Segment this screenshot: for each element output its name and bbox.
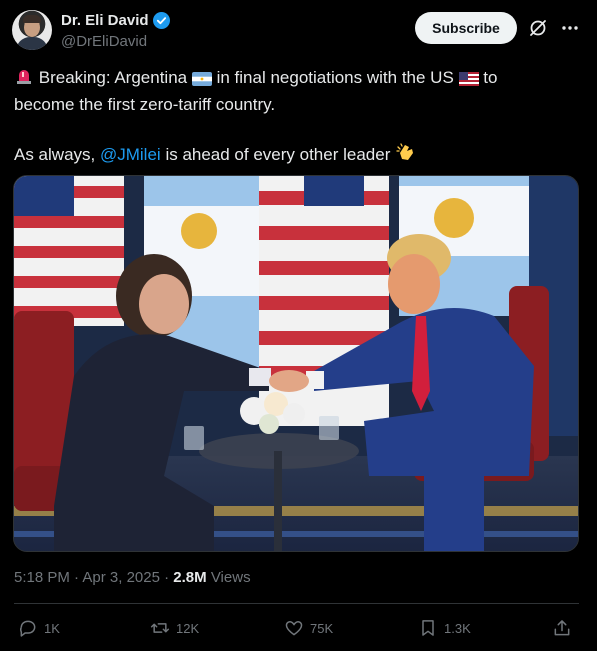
tweet-line-3: As always, @JMilei is ahead of every oth… bbox=[14, 141, 584, 170]
share-button[interactable] bbox=[552, 612, 572, 644]
tweet-date[interactable]: Apr 3, 2025 bbox=[82, 569, 160, 586]
repost-button[interactable]: 12K bbox=[150, 612, 199, 644]
rotating-light-emoji-icon bbox=[14, 66, 34, 93]
tweet-photo[interactable] bbox=[13, 175, 579, 552]
tweet-line-1: Breaking: Argentina in final negotiation… bbox=[14, 66, 584, 93]
tweet-text-to: to bbox=[483, 68, 498, 87]
bookmark-count: 1.3K bbox=[444, 620, 471, 636]
more-icon[interactable] bbox=[560, 18, 580, 38]
tweet-line-2: become the first zero-tariff country. bbox=[14, 95, 276, 114]
like-button[interactable]: 75K bbox=[284, 612, 333, 644]
reply-button[interactable]: 1K bbox=[18, 612, 60, 644]
tweet-time[interactable]: 5:18 PM bbox=[14, 569, 70, 586]
bookmark-button[interactable]: 1.3K bbox=[418, 612, 471, 644]
like-count: 75K bbox=[310, 620, 334, 636]
share-icon bbox=[554, 620, 570, 636]
tweet-actions: 1K 12K 75K 1.3K bbox=[14, 612, 579, 644]
verified-badge-icon[interactable] bbox=[152, 12, 170, 29]
mention-link[interactable]: @JMilei bbox=[100, 145, 161, 164]
repost-count: 12K bbox=[176, 620, 200, 636]
tweet-text: Breaking: Argentina in final negotiation… bbox=[14, 66, 584, 170]
repost-icon bbox=[150, 623, 170, 633]
heart-icon bbox=[285, 621, 303, 636]
author-handle[interactable]: @DrEliDavid bbox=[61, 33, 147, 50]
author-name[interactable]: Dr. Eli David bbox=[61, 12, 149, 29]
tweet-text-breaking: Breaking: Argentina bbox=[38, 68, 188, 87]
handshake-photo-illustration bbox=[14, 176, 578, 551]
tweet-meta: 5:18 PM · Apr 3, 2025 · 2.8M Views bbox=[14, 569, 251, 586]
tweet-header: Dr. Eli David @DrEliDavid Subscribe bbox=[12, 10, 587, 54]
reply-count: 1K bbox=[44, 620, 60, 636]
views-count: 2.8M bbox=[173, 569, 207, 586]
bookmark-icon bbox=[422, 620, 434, 636]
avatar[interactable] bbox=[12, 10, 52, 50]
divider bbox=[14, 603, 579, 604]
grok-icon[interactable] bbox=[528, 18, 548, 38]
argentina-flag-emoji-icon bbox=[191, 69, 212, 93]
views-label: Views bbox=[210, 569, 251, 586]
tweet-text-as-always: As always, bbox=[14, 145, 96, 164]
clapping-hands-emoji-icon bbox=[395, 141, 417, 170]
tweet-text-negotiations: in final negotiations with the US bbox=[216, 68, 454, 87]
us-flag-emoji-icon bbox=[458, 69, 479, 93]
author-name-row: Dr. Eli David bbox=[61, 12, 170, 29]
subscribe-button[interactable]: Subscribe bbox=[415, 12, 517, 44]
reply-icon bbox=[20, 620, 36, 637]
tweet-text-ahead: is ahead of every other leader bbox=[165, 145, 391, 164]
